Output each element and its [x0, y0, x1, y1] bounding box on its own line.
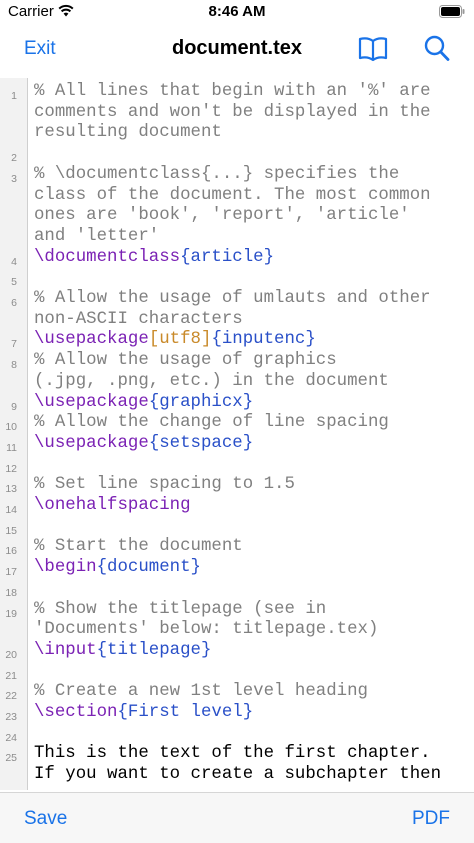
clock: 8:46 AM — [208, 3, 266, 20]
code-token: class of the document. The most common — [34, 185, 431, 205]
code-text: \usepackage{graphicx} — [34, 393, 470, 414]
code-token: 'Documents' below: titlepage.tex) — [34, 620, 379, 640]
code-token: % Start the document — [34, 537, 243, 557]
line-number — [0, 310, 17, 314]
code-token: \onehalfspacing — [34, 496, 191, 515]
code-token: {graphicx} — [148, 392, 254, 412]
code-token: and 'letter' — [34, 226, 160, 246]
code-token: {article} — [180, 247, 275, 267]
code-text: % Start the document — [34, 537, 470, 558]
code-text: non-ASCII characters — [34, 310, 470, 331]
line-number — [0, 206, 17, 210]
line-number — [0, 620, 17, 624]
code-token: {titlepage} — [96, 640, 212, 660]
code-text: class of the document. The most common — [34, 186, 470, 207]
code-token: % All lines that begin with an '%' are — [34, 82, 431, 101]
code-text: % Set line spacing to 1.5 — [34, 475, 470, 496]
line-number — [0, 765, 17, 769]
code-token: \input — [34, 640, 97, 660]
code-token: \usepackage — [34, 433, 149, 453]
code-text: resulting document — [34, 123, 470, 144]
bottom-toolbar: Save PDF — [0, 792, 474, 843]
line-number — [0, 103, 17, 107]
code-token: % Allow the change of line spacing — [34, 413, 389, 433]
line-number — [0, 227, 17, 231]
code-text: \usepackage[utf8]{inputenc} — [34, 330, 470, 351]
code-text: \section{First level} — [34, 703, 470, 724]
code-text: \documentclass{article} — [34, 248, 470, 269]
code-text: % Allow the change of line spacing — [34, 413, 470, 434]
code-token: {setspace} — [148, 433, 254, 453]
code-text: % \documentclass{...} specifies the — [34, 165, 470, 186]
code-token: (.jpg, .png, etc.) in the document — [34, 371, 389, 391]
code-text: ones are 'book', 'report', 'article' — [34, 206, 470, 227]
code-text: \input{titlepage} — [34, 641, 470, 662]
navigation-bar: Exit document.tex — [0, 24, 474, 74]
code-text: If you want to create a subchapter then — [34, 765, 470, 786]
code-token: {document} — [96, 558, 201, 578]
code-text: % Create a new 1st level heading — [34, 682, 470, 703]
code-token: {inputenc} — [211, 330, 316, 350]
code-token: If you want to create a subchapter then — [34, 765, 442, 785]
code-token: % \documentclass{...} specifies the — [34, 164, 400, 184]
code-token: % Allow the usage of umlauts and other — [34, 289, 431, 308]
code-token: \begin — [34, 558, 97, 578]
code-text: % Allow the usage of graphics — [34, 351, 470, 372]
code-token: [utf8] — [148, 330, 212, 350]
code-text: This is the text of the first chapter. — [34, 744, 470, 765]
code-token: % Show the titlepage (see in — [34, 599, 327, 619]
code-token: {First level} — [117, 703, 254, 722]
code-text: \usepackage{setspace} — [34, 434, 470, 455]
status-bar: Carrier 8:46 AM — [0, 0, 474, 24]
code-token: \documentclass — [34, 247, 181, 267]
battery-icon — [439, 5, 466, 22]
code-token: resulting document — [34, 123, 222, 143]
book-icon[interactable] — [358, 36, 388, 67]
code-text: 'Documents' below: titlepage.tex) — [34, 620, 470, 641]
line-number — [0, 123, 17, 127]
code-token: ones are 'book', 'report', 'article' — [34, 206, 410, 226]
code-text: comments and won't be displayed in the — [34, 103, 470, 124]
code-text: % Show the titlepage (see in — [34, 600, 470, 621]
code-text: \onehalfspacing — [34, 496, 470, 517]
code-token: \section — [34, 703, 118, 722]
code-token: % Create a new 1st level heading — [34, 682, 368, 702]
document-title: document.tex — [171, 37, 303, 59]
code-token: \usepackage — [34, 330, 149, 350]
code-text: and 'letter' — [34, 227, 470, 248]
line-number — [0, 186, 17, 190]
code-text: % Allow the usage of umlauts and other — [34, 289, 470, 310]
code-token: % Allow the usage of graphics — [34, 351, 337, 371]
code-token: % Set line spacing to 1.5 — [34, 475, 295, 495]
code-token: \usepackage — [34, 392, 149, 412]
code-text: \begin{document} — [34, 558, 470, 579]
search-icon[interactable] — [424, 35, 450, 67]
code-token: This is the text of the first chapter. — [34, 744, 431, 764]
code-text: (.jpg, .png, etc.) in the document — [34, 372, 470, 393]
code-token: non-ASCII characters — [34, 309, 243, 329]
line-number — [0, 372, 17, 376]
pdf-button[interactable]: PDF — [412, 808, 450, 830]
save-button[interactable]: Save — [24, 808, 67, 830]
code-token: comments and won't be displayed in the — [34, 102, 431, 122]
code-editor[interactable]: 1% All lines that begin with an '%' are c… — [0, 78, 474, 790]
code-text: % All lines that begin with an '%' are — [34, 82, 470, 103]
